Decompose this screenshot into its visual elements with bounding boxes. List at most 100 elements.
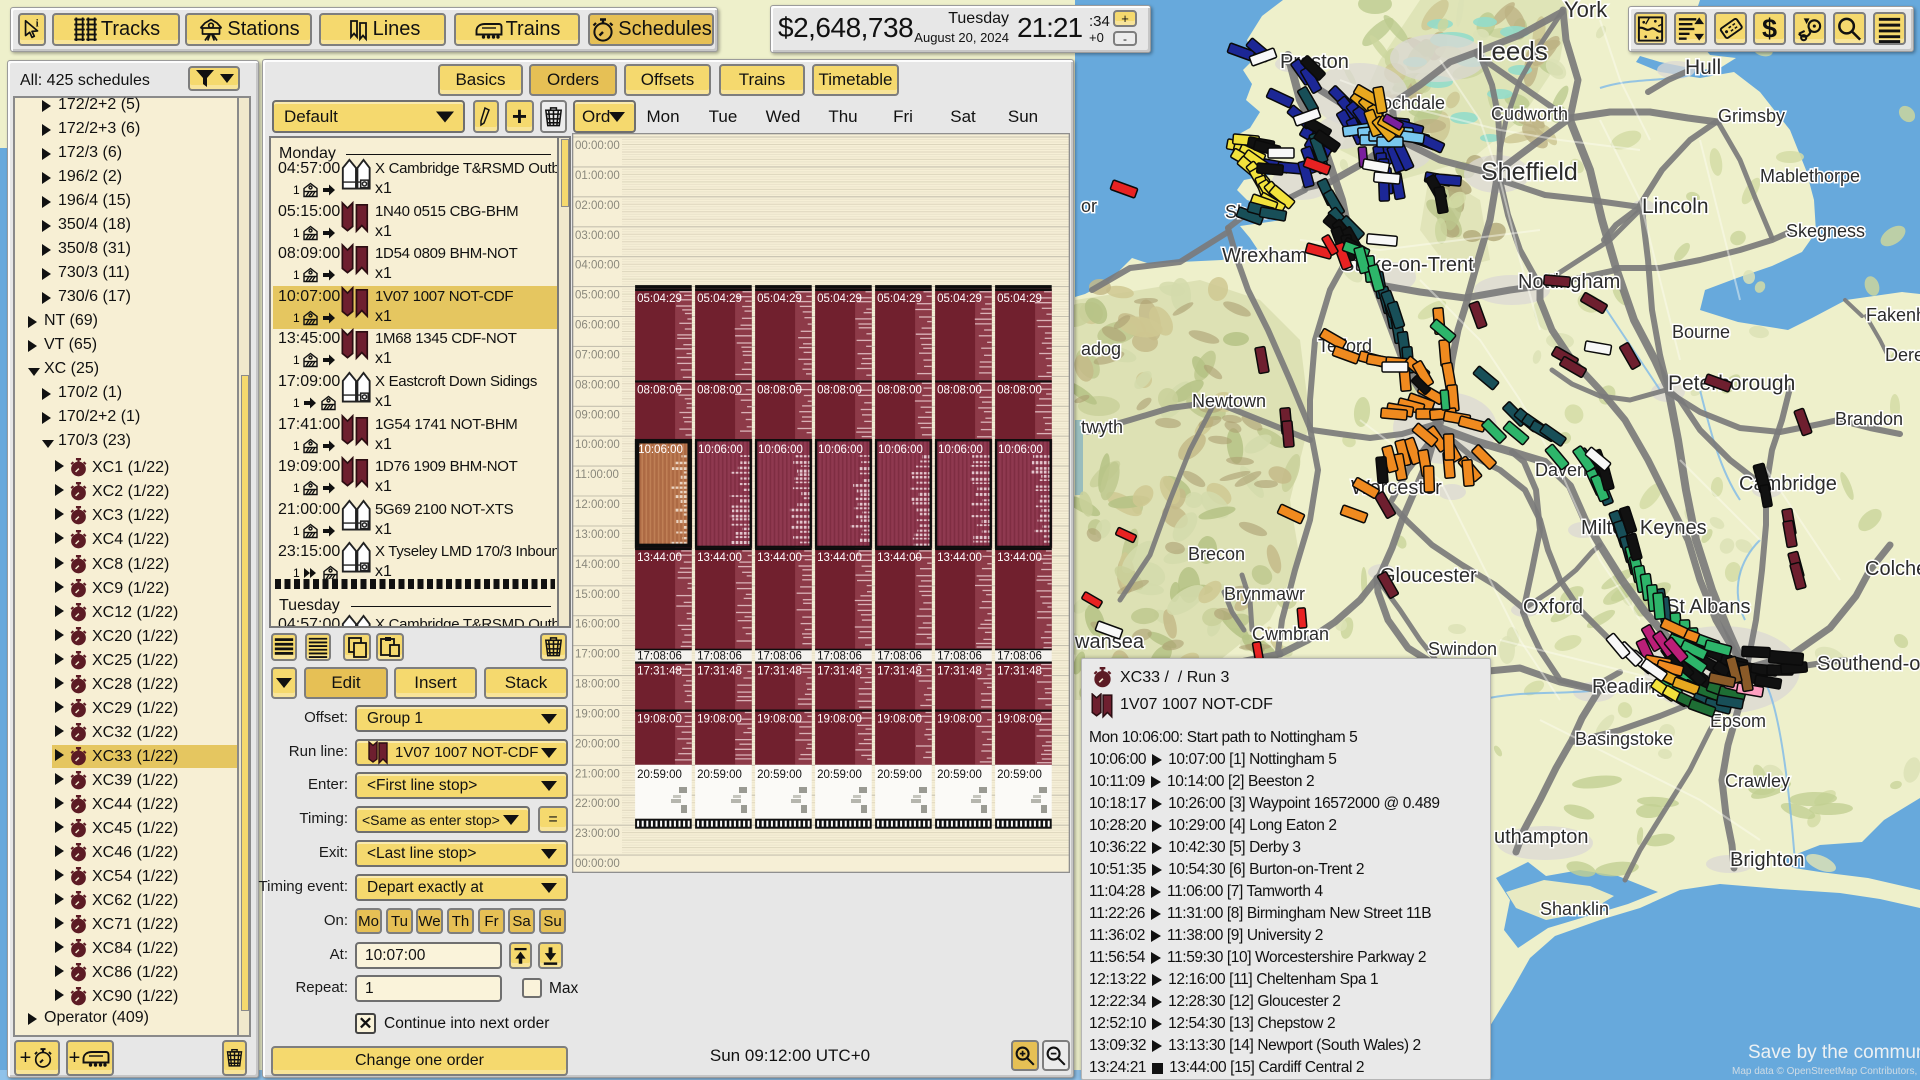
svg-text:01:00:00: 01:00:00 — [575, 170, 620, 182]
svg-text:Brandon: Brandon — [1835, 409, 1903, 429]
svg-text:13:00:00: 13:00:00 — [575, 529, 620, 541]
svg-text:08:08:00: 08:08:00 — [817, 384, 862, 396]
svg-text:17:31:48: 17:31:48 — [937, 666, 982, 678]
svg-text:20:59:00: 20:59:00 — [817, 769, 862, 781]
svg-text:10:00:00: 10:00:00 — [575, 439, 620, 451]
svg-text:14:00:00: 14:00:00 — [575, 559, 620, 571]
svg-text:Brecon: Brecon — [1188, 544, 1245, 564]
svg-text:09:00:00: 09:00:00 — [575, 409, 620, 421]
svg-text:17:31:48: 17:31:48 — [997, 666, 1042, 678]
svg-text:12:00:00: 12:00:00 — [575, 499, 620, 511]
svg-text:05:04:29: 05:04:29 — [817, 293, 862, 305]
svg-text:17:08:06: 17:08:06 — [997, 651, 1042, 663]
svg-text:17:08:06: 17:08:06 — [637, 651, 682, 663]
svg-text:Grimsby: Grimsby — [1718, 106, 1785, 126]
svg-text:13:44:00: 13:44:00 — [997, 552, 1042, 564]
svg-text:19:08:00: 19:08:00 — [997, 714, 1042, 726]
svg-text:05:04:29: 05:04:29 — [637, 293, 682, 305]
svg-text:$: $ — [1762, 14, 1777, 44]
svg-text:18:00:00: 18:00:00 — [575, 679, 620, 691]
svg-text:Newtown: Newtown — [1192, 391, 1266, 411]
svg-text:adog: adog — [1081, 339, 1121, 359]
svg-text:Crawley: Crawley — [1725, 771, 1790, 791]
svg-text:Gloucester: Gloucester — [1380, 565, 1477, 587]
svg-text:10:06:00: 10:06:00 — [938, 444, 983, 456]
svg-text:13:44:00: 13:44:00 — [937, 552, 982, 564]
svg-text:Sheffield: Sheffield — [1481, 158, 1578, 186]
svg-text:19:08:00: 19:08:00 — [877, 714, 922, 726]
svg-text:16:00:00: 16:00:00 — [575, 619, 620, 631]
svg-text:17:00:00: 17:00:00 — [575, 649, 620, 661]
svg-text:Save by the community: Save by the community — [1748, 1042, 1920, 1063]
svg-text:Cambridge: Cambridge — [1739, 473, 1837, 495]
svg-text:Shanklin: Shanklin — [1540, 899, 1609, 919]
svg-text:08:08:00: 08:08:00 — [697, 384, 742, 396]
svg-text:Wrexham: Wrexham — [1222, 245, 1307, 267]
svg-text:19:00:00: 19:00:00 — [575, 709, 620, 721]
svg-text:17:31:48: 17:31:48 — [757, 666, 802, 678]
svg-text:Southend-on-S: Southend-on-S — [1817, 653, 1920, 675]
svg-text:19:08:00: 19:08:00 — [697, 714, 742, 726]
svg-text:13:44:00: 13:44:00 — [877, 552, 922, 564]
svg-text:20:59:00: 20:59:00 — [997, 769, 1042, 781]
svg-text:08:08:00: 08:08:00 — [637, 384, 682, 396]
svg-text:20:59:00: 20:59:00 — [877, 769, 922, 781]
svg-text:uthampton: uthampton — [1494, 826, 1589, 848]
svg-text:02:00:00: 02:00:00 — [575, 200, 620, 212]
svg-text:Dereh: Dereh — [1885, 345, 1920, 365]
svg-text:08:08:00: 08:08:00 — [757, 384, 802, 396]
svg-text:Epsom: Epsom — [1710, 711, 1766, 731]
svg-text:Cudworth: Cudworth — [1491, 104, 1568, 124]
svg-text:17:31:48: 17:31:48 — [877, 666, 922, 678]
svg-text:19:08:00: 19:08:00 — [757, 714, 802, 726]
svg-text:05:00:00: 05:00:00 — [575, 290, 620, 302]
svg-text:07:00:00: 07:00:00 — [575, 349, 620, 361]
svg-text:10:06:00: 10:06:00 — [818, 444, 863, 456]
svg-text:11:00:00: 11:00:00 — [575, 469, 619, 481]
svg-text:10:06:00: 10:06:00 — [698, 444, 743, 456]
svg-text:20:59:00: 20:59:00 — [937, 769, 982, 781]
svg-text:23:00:00: 23:00:00 — [575, 828, 620, 840]
svg-text:17:31:48: 17:31:48 — [697, 666, 742, 678]
svg-text:17:08:06: 17:08:06 — [817, 651, 862, 663]
svg-text:04:00:00: 04:00:00 — [575, 260, 620, 272]
svg-text:Cwmbran: Cwmbran — [1252, 624, 1329, 644]
svg-text:Hull: Hull — [1685, 56, 1721, 79]
svg-text:00:00:00: 00:00:00 — [575, 858, 620, 870]
svg-text:05:04:29: 05:04:29 — [877, 293, 922, 305]
svg-text:05:04:29: 05:04:29 — [937, 293, 982, 305]
svg-text:Brighton: Brighton — [1730, 849, 1805, 871]
svg-text:17:08:06: 17:08:06 — [757, 651, 802, 663]
svg-text:Colches: Colches — [1865, 558, 1920, 580]
svg-text:10:06:00: 10:06:00 — [758, 444, 803, 456]
svg-text:19:08:00: 19:08:00 — [637, 714, 682, 726]
svg-text:08:00:00: 08:00:00 — [575, 379, 620, 391]
svg-text:Mablethorpe: Mablethorpe — [1760, 166, 1860, 186]
svg-text:03:00:00: 03:00:00 — [575, 230, 620, 242]
svg-text:13:44:00: 13:44:00 — [817, 552, 862, 564]
svg-text:10:06:00: 10:06:00 — [878, 444, 923, 456]
svg-text:Oxford: Oxford — [1523, 596, 1583, 618]
svg-text:08:08:00: 08:08:00 — [937, 384, 982, 396]
svg-text:20:59:00: 20:59:00 — [637, 769, 682, 781]
svg-text:Fakenha: Fakenha — [1866, 305, 1920, 325]
svg-text:Basingstoke: Basingstoke — [1575, 729, 1673, 749]
svg-text:06:00:00: 06:00:00 — [575, 320, 620, 332]
svg-text:Brynmawr: Brynmawr — [1224, 584, 1305, 604]
svg-text:10:06:00: 10:06:00 — [638, 444, 683, 456]
svg-text:05:04:29: 05:04:29 — [757, 293, 802, 305]
svg-text:10:06:00: 10:06:00 — [998, 444, 1043, 456]
svg-text:00:00:00: 00:00:00 — [575, 140, 620, 152]
svg-text:i: i — [36, 18, 39, 29]
svg-text:13:44:00: 13:44:00 — [697, 552, 742, 564]
svg-text:21:00:00: 21:00:00 — [575, 768, 620, 780]
svg-text:05:04:29: 05:04:29 — [697, 293, 742, 305]
svg-text:20:59:00: 20:59:00 — [697, 769, 742, 781]
svg-text:22:00:00: 22:00:00 — [575, 798, 620, 810]
svg-text:13:44:00: 13:44:00 — [757, 552, 802, 564]
svg-text:19:08:00: 19:08:00 — [817, 714, 862, 726]
svg-text:Milton Keynes: Milton Keynes — [1581, 517, 1707, 539]
svg-text:Skegness: Skegness — [1786, 221, 1865, 241]
svg-text:17:08:06: 17:08:06 — [697, 651, 742, 663]
svg-text:Leeds: Leeds — [1477, 36, 1548, 66]
